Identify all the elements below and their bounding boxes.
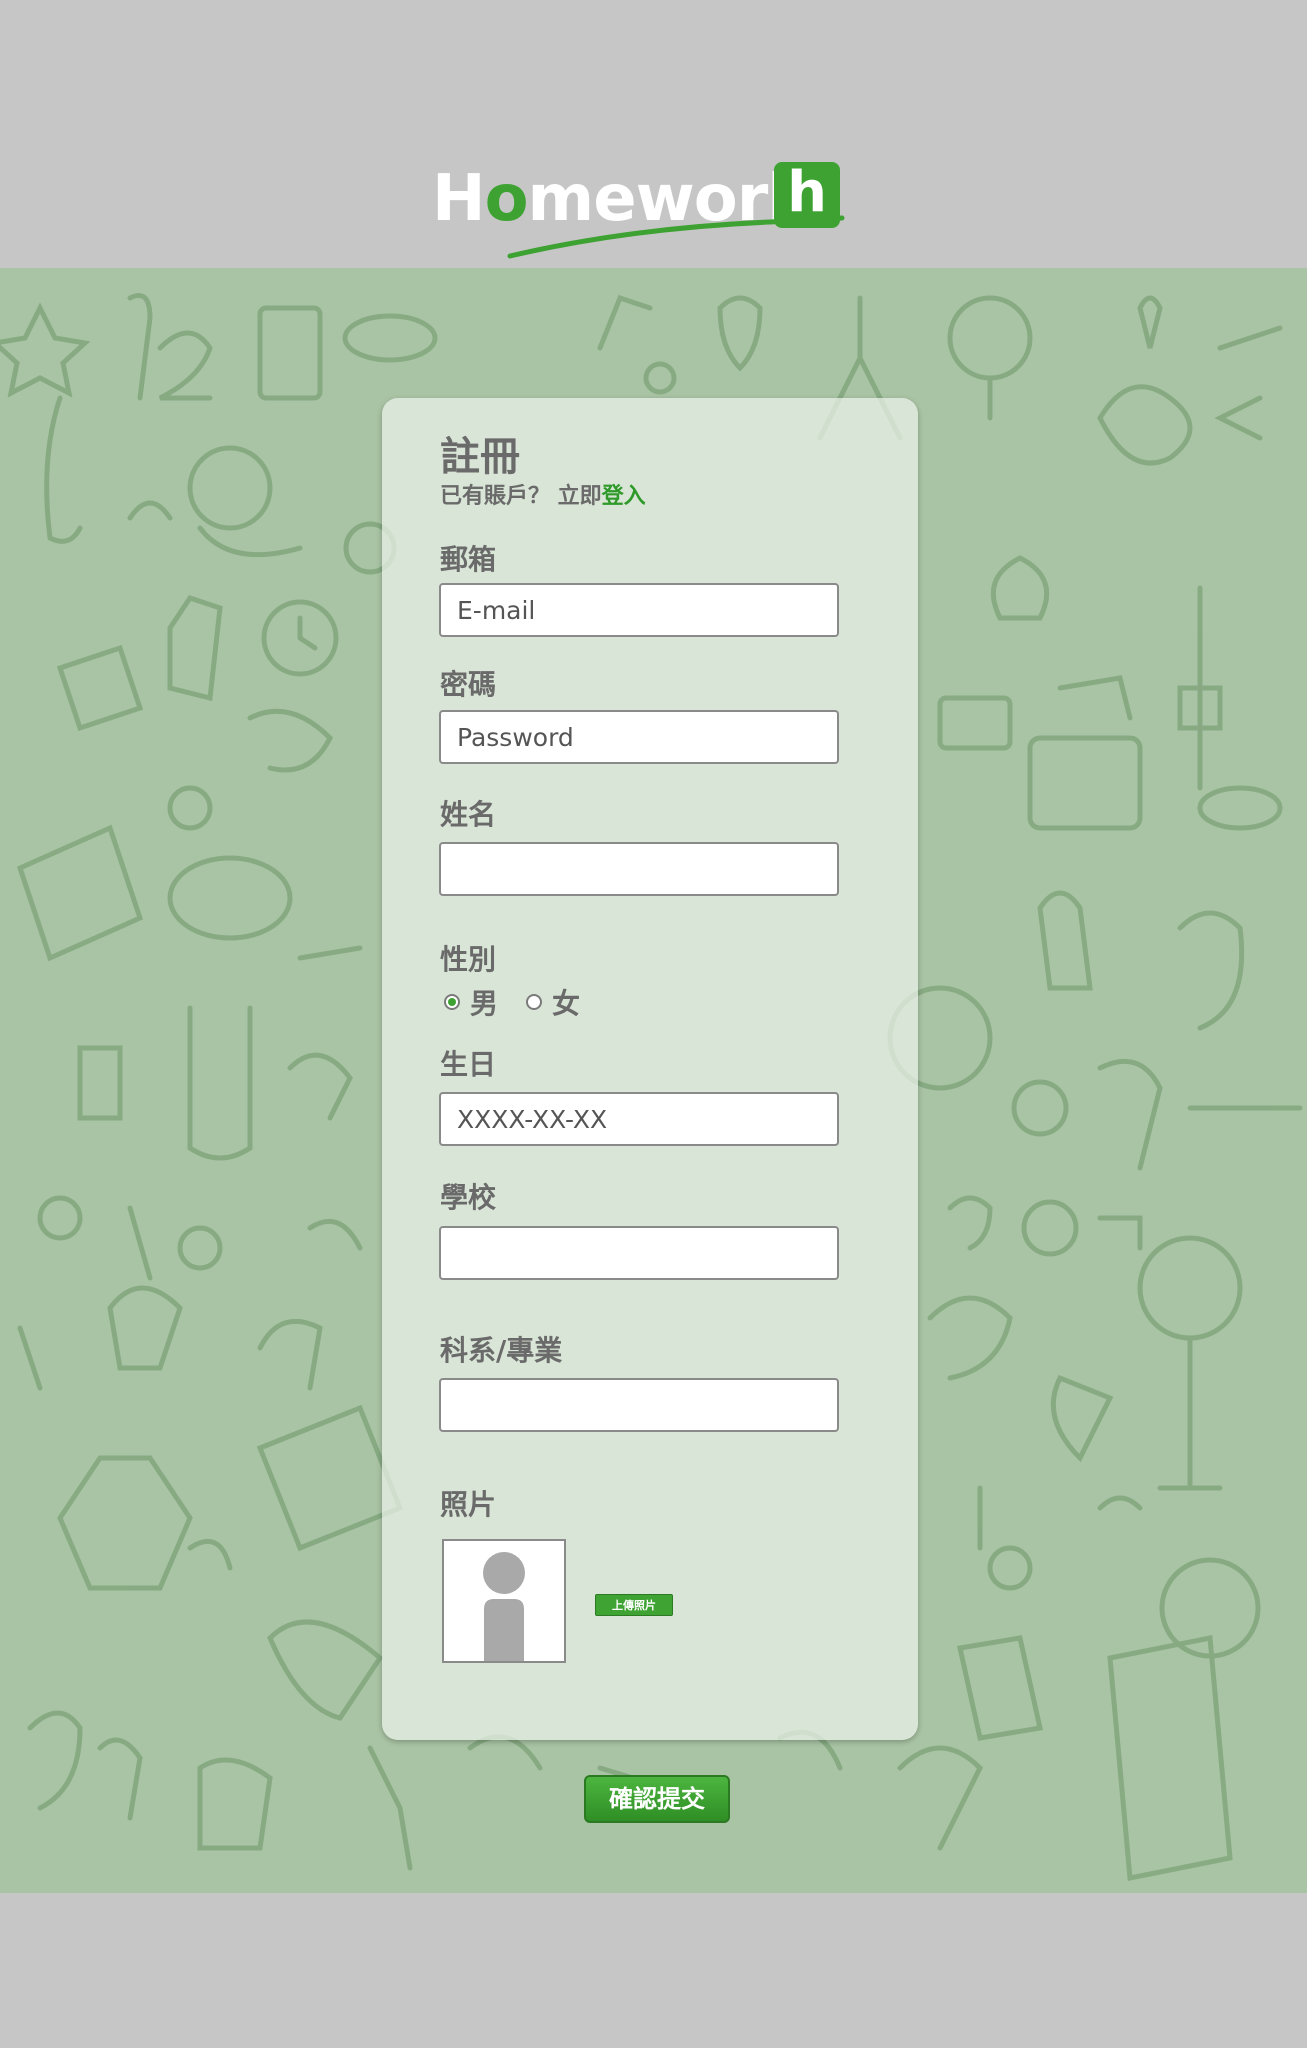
gender-female-label: 女: [552, 987, 581, 1020]
birthday-field[interactable]: [439, 1092, 839, 1146]
password-label: 密碼: [440, 668, 497, 701]
login-link[interactable]: 登入: [602, 484, 646, 509]
school-field[interactable]: [439, 1226, 839, 1280]
password-field[interactable]: [439, 710, 839, 764]
logo-underline-icon: [507, 215, 845, 259]
email-label: 郵箱: [440, 543, 497, 576]
photo-label: 照片: [440, 1488, 497, 1521]
page-title: 註冊: [440, 434, 520, 480]
footer-band: [0, 1893, 1307, 2048]
name-field[interactable]: [439, 842, 839, 896]
gender-label: 性別: [440, 943, 497, 976]
birthday-label: 生日: [440, 1048, 497, 1081]
gender-male-radio[interactable]: [444, 994, 460, 1010]
photo-preview: [442, 1539, 566, 1663]
gender-male-label: 男: [470, 987, 499, 1020]
department-label: 科系/專業: [440, 1334, 563, 1367]
login-prompt-text: 已有賬戶？ 立即: [440, 484, 602, 509]
name-label: 姓名: [440, 798, 497, 831]
person-silhouette-icon: [483, 1552, 525, 1661]
gender-radio-group: 男 女: [444, 982, 580, 1022]
department-field[interactable]: [439, 1378, 839, 1432]
gender-female-radio[interactable]: [526, 994, 543, 1010]
submit-button[interactable]: 確認提交: [584, 1775, 730, 1823]
upload-photo-button[interactable]: 上傳照片: [595, 1594, 673, 1616]
school-label: 學校: [440, 1181, 497, 1214]
homework-logo: Homework h: [430, 158, 850, 268]
email-field[interactable]: [439, 583, 839, 637]
login-prompt: 已有賬戶？ 立即登入: [440, 478, 646, 510]
